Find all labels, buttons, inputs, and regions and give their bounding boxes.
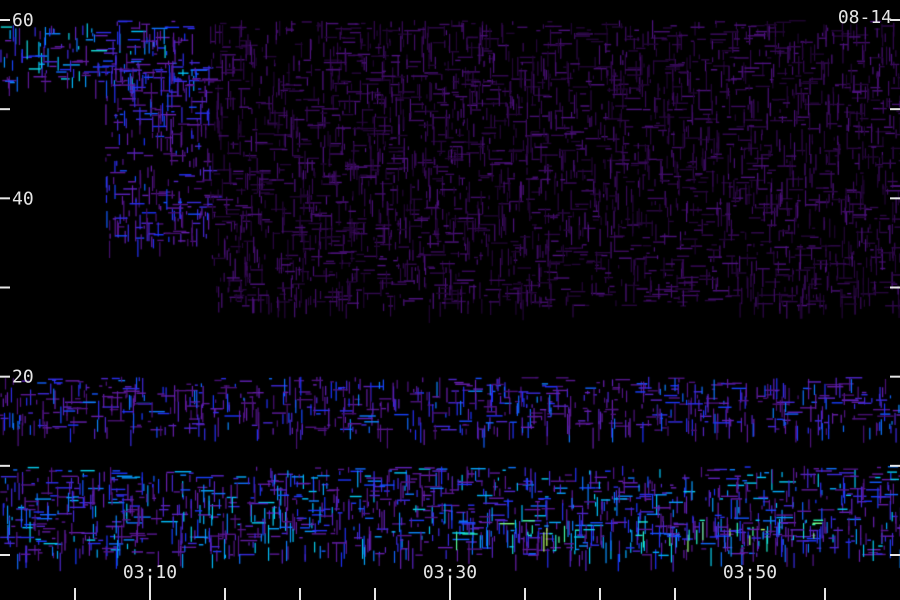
x-tick-label: 03:50 bbox=[723, 562, 777, 583]
date-label: 08-14 bbox=[838, 7, 892, 28]
y-tick-label: 40 bbox=[12, 188, 34, 209]
x-tick-label: 03:30 bbox=[423, 562, 477, 583]
chart-overlay: 60 40 20 03:10 03:30 03:50 08-14 bbox=[0, 7, 900, 600]
x-tick-label: 03:10 bbox=[123, 562, 177, 583]
x-axis-tick-labels: 03:10 03:30 03:50 bbox=[123, 562, 777, 583]
y-tick-label: 60 bbox=[12, 10, 34, 31]
y-axis-tick-labels: 60 40 20 bbox=[12, 10, 34, 388]
y-tick-label: 20 bbox=[12, 367, 34, 388]
y-axis-ticks bbox=[0, 19, 900, 556]
